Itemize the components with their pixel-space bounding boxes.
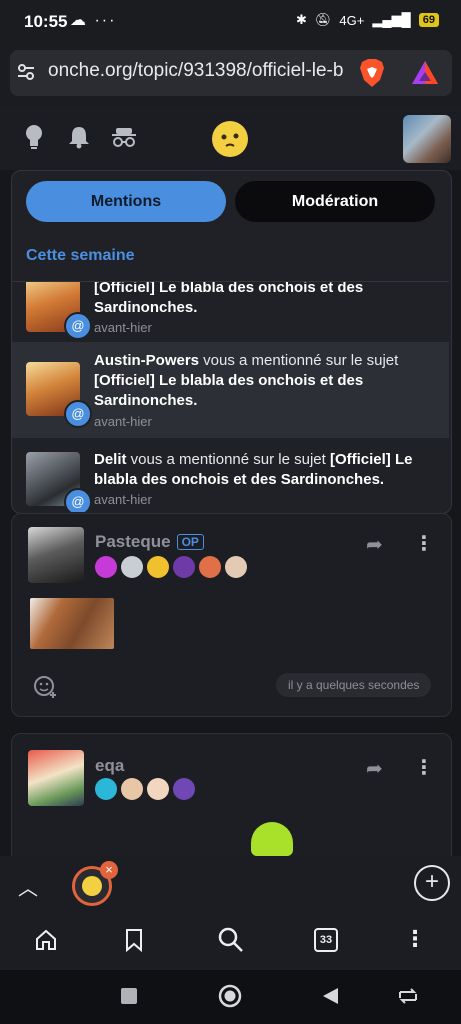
lightbulb-icon[interactable] bbox=[24, 124, 44, 150]
user-badge-icon bbox=[225, 556, 247, 578]
user-badge-icon bbox=[95, 556, 117, 578]
section-label: Cette semaine bbox=[26, 247, 135, 264]
tab-count-button[interactable]: 33 bbox=[314, 928, 338, 952]
notification-topic: [Officiel] Le blabla des onchois et des … bbox=[94, 372, 364, 409]
user-badges bbox=[95, 556, 247, 578]
mention-badge-icon: @ bbox=[64, 488, 92, 512]
user-badge-icon bbox=[147, 556, 169, 578]
site-settings-icon[interactable] bbox=[16, 62, 36, 82]
status-left-icons: ☁ ··· bbox=[70, 12, 117, 29]
brave-rewards-icon[interactable] bbox=[410, 58, 440, 88]
status-time: 10:55 bbox=[24, 12, 68, 31]
incognito-icon[interactable] bbox=[111, 126, 137, 148]
back-icon[interactable] bbox=[320, 986, 340, 1006]
user-badge-icon bbox=[199, 556, 221, 578]
user-badges bbox=[95, 778, 195, 800]
home-button-icon[interactable] bbox=[218, 984, 242, 1008]
notification-time: avant-hier bbox=[94, 414, 152, 429]
notification-list: @ [Officiel] Le blabla des onchois et de… bbox=[12, 281, 449, 512]
smiley-tab-icon bbox=[82, 876, 102, 896]
recents-icon[interactable] bbox=[121, 988, 137, 1004]
bell-icon[interactable] bbox=[68, 125, 90, 149]
mention-badge-icon: @ bbox=[64, 400, 92, 428]
user-badge-icon bbox=[147, 778, 169, 800]
rotate-icon[interactable] bbox=[397, 986, 419, 1006]
mention-badge-icon: @ bbox=[64, 312, 92, 340]
notification-item[interactable]: @ Delit vous a mentionné sur le sujet [O… bbox=[12, 438, 449, 512]
chevron-up-icon[interactable]: ︿ bbox=[18, 872, 38, 901]
post-timestamp: il y a quelques secondes bbox=[276, 673, 432, 697]
new-tab-icon[interactable]: + bbox=[414, 865, 450, 901]
post-image-cat[interactable] bbox=[30, 598, 114, 649]
post-author-name[interactable]: Pasteque bbox=[95, 532, 171, 552]
share-icon[interactable]: ➦ bbox=[366, 756, 383, 781]
notification-message: vous a mentionné sur le sujet bbox=[126, 451, 330, 468]
bookmark-icon[interactable] bbox=[124, 928, 144, 952]
user-avatar[interactable] bbox=[403, 115, 451, 163]
smiley-logo-icon bbox=[221, 133, 239, 147]
notification-item[interactable]: @ [Officiel] Le blabla des onchois et de… bbox=[12, 281, 449, 342]
close-tab-icon[interactable]: × bbox=[100, 861, 118, 879]
home-icon[interactable] bbox=[34, 928, 58, 952]
notification-time: avant-hier bbox=[94, 492, 152, 507]
notification-author: Delit bbox=[94, 451, 127, 468]
battery-indicator: 69 bbox=[418, 13, 439, 27]
notification-message: vous a mentionné sur le sujet bbox=[199, 352, 399, 369]
url-text[interactable]: onche.org/topic/931398/officiel-le-b bbox=[48, 60, 348, 82]
tab-mentions[interactable]: Mentions bbox=[26, 181, 226, 222]
brave-shields-icon[interactable] bbox=[358, 58, 386, 88]
post-author-name[interactable]: eqa bbox=[95, 756, 124, 776]
add-reaction-icon[interactable] bbox=[33, 674, 57, 698]
mute-icon: 🔕︎ bbox=[314, 12, 332, 27]
search-icon[interactable] bbox=[218, 927, 244, 953]
network-label: 4G+ bbox=[339, 12, 365, 28]
bluetooth-icon: ✱ bbox=[295, 12, 307, 27]
signal-icon: ▂▄▆█ bbox=[372, 12, 411, 27]
status-right-icons: ✱ 🔕︎ 4G+ ▂▄▆█ 69 bbox=[296, 12, 439, 28]
post-author-avatar[interactable] bbox=[28, 527, 84, 583]
op-badge: OP bbox=[176, 534, 204, 550]
more-options-icon[interactable]: ⋮ bbox=[414, 531, 434, 556]
user-badge-icon bbox=[173, 778, 195, 800]
notification-time: avant-hier bbox=[94, 320, 152, 335]
site-logo[interactable] bbox=[212, 121, 248, 157]
menu-icon[interactable]: ⋮ bbox=[404, 926, 426, 952]
browser-toolbar bbox=[0, 856, 461, 916]
notification-item[interactable]: @ Austin-Powers vous a mentionné sur le … bbox=[12, 342, 449, 438]
user-badge-icon bbox=[121, 556, 143, 578]
user-badge-icon bbox=[173, 556, 195, 578]
user-badge-icon bbox=[121, 778, 143, 800]
more-options-icon[interactable]: ⋮ bbox=[414, 755, 434, 780]
notification-author: Austin-Powers bbox=[94, 352, 200, 369]
share-icon[interactable]: ➦ bbox=[366, 532, 383, 557]
tab-moderation[interactable]: Modération bbox=[235, 181, 435, 222]
post-author-row: Pasteque OP bbox=[95, 532, 204, 552]
user-badge-icon bbox=[95, 778, 117, 800]
post-author-avatar[interactable] bbox=[28, 750, 84, 806]
post-image-sticker[interactable] bbox=[251, 822, 293, 856]
notification-topic: [Officiel] Le blabla des onchois et des … bbox=[94, 281, 364, 316]
